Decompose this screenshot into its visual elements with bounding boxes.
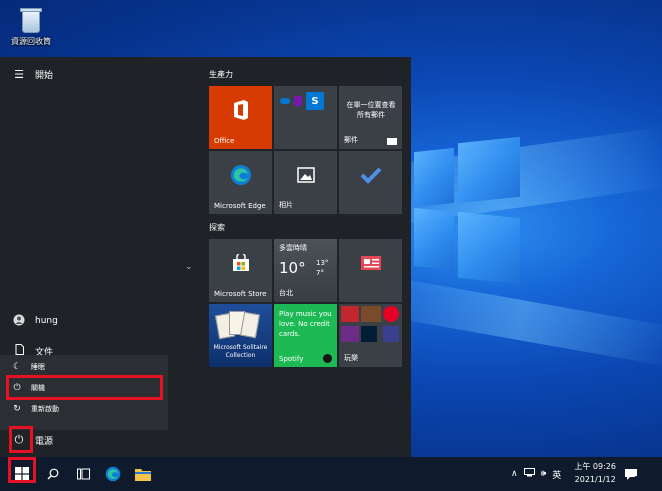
checkmark-icon	[360, 166, 382, 188]
game-thumbnails	[341, 306, 401, 350]
user-icon	[7, 314, 31, 329]
mail-header: 在單一位置查看所有郵件	[346, 101, 396, 119]
recycle-bin-label: 資源回收筒	[11, 37, 51, 46]
tile-office-apps[interactable]: S	[274, 86, 337, 149]
tile-solitaire[interactable]: Microsoft Solitaire Collection	[209, 304, 272, 367]
notification-center-button[interactable]: 2	[616, 457, 646, 491]
wallpaper-logo-pane	[414, 207, 454, 271]
edge-icon	[105, 466, 121, 482]
store-icon	[231, 252, 251, 276]
task-view-icon	[76, 468, 90, 480]
tile-photos[interactable]: 相片	[274, 151, 337, 214]
tile-spotify[interactable]: Play music you love. No credit cards. Sp…	[274, 304, 337, 367]
start-button-highlight	[8, 457, 36, 483]
clock-date: 2021/1/12	[574, 475, 616, 484]
chevron-down-icon[interactable]: ⌄	[185, 262, 193, 272]
weather-header: 多雲時晴	[279, 244, 307, 252]
chevron-up-icon[interactable]: ∧	[511, 469, 518, 479]
start-header[interactable]: ☰ 開始	[0, 63, 168, 85]
notification-count: 2	[634, 475, 639, 483]
tile-weather[interactable]: 多雲時晴 10° 13° 7° 台北	[274, 239, 337, 302]
group-title-explore: 探索	[209, 223, 225, 232]
moon-icon: ☾	[12, 362, 22, 372]
playing-cards-icon	[215, 310, 265, 340]
clock[interactable]: 上午 09:26 2021/1/12	[574, 460, 616, 486]
restart-label: 重新啟動	[31, 405, 59, 413]
spotify-promo: Play music you love. No credit cards.	[279, 310, 332, 338]
onenote-icon	[294, 96, 302, 106]
recycle-bin-icon	[18, 6, 44, 34]
restart-icon: ↻	[13, 404, 21, 414]
weather-city: 台北	[279, 289, 293, 297]
wallpaper-logo-pane	[414, 147, 454, 208]
tile-edge-label: Microsoft Edge	[214, 202, 266, 210]
tile-office[interactable]: Office	[209, 86, 272, 149]
recycle-bin-shortcut[interactable]: 資源回收筒	[8, 6, 54, 47]
tile-office-label: Office	[214, 137, 235, 145]
sleep-option[interactable]: ☾ 睡眠	[0, 358, 168, 376]
weather-high: 13°	[316, 259, 329, 267]
start-header-label: 開始	[35, 70, 54, 81]
restart-option[interactable]: ↻ 重新啟動	[0, 400, 168, 418]
search-icon	[47, 468, 59, 480]
user-name: hung	[35, 316, 58, 326]
power-button-highlight	[9, 426, 33, 453]
shutdown-highlight	[6, 375, 163, 400]
taskbar: ∧ 🕪 英 上午 09:26 2021/1/12 2	[0, 457, 662, 491]
tile-news[interactable]	[339, 239, 402, 302]
ime-indicator[interactable]: 英	[552, 468, 561, 481]
group-title-productivity: 生產力	[209, 70, 233, 79]
tile-todo[interactable]	[339, 151, 402, 214]
news-icon	[360, 255, 382, 275]
edge-icon	[230, 164, 252, 190]
system-tray: ∧ 🕪 英	[511, 457, 561, 491]
photos-icon	[296, 167, 315, 187]
search-button[interactable]	[38, 457, 68, 491]
spotify-icon	[323, 354, 332, 363]
tile-mail-label: 郵件	[344, 136, 358, 144]
tile-mail[interactable]: 在單一位置查看所有郵件 郵件	[339, 86, 402, 149]
tile-play-folder[interactable]: 玩樂	[339, 304, 402, 367]
clock-time: 上午 09:26	[574, 462, 616, 471]
user-account[interactable]: hung	[0, 310, 168, 332]
volume-icon[interactable]: 🕪	[541, 469, 547, 479]
onedrive-icon	[280, 98, 290, 104]
weather-temp: 10°	[279, 259, 306, 277]
wallpaper-logo-pane	[458, 136, 520, 204]
tile-edge[interactable]: Microsoft Edge	[209, 151, 272, 214]
weather-low: 7°	[316, 269, 324, 277]
tile-spotify-label: Spotify	[279, 355, 304, 363]
tile-photos-label: 相片	[279, 201, 293, 209]
envelope-icon	[387, 138, 397, 145]
start-menu: ☰ 開始 hung 文件 ☾ 睡眠 ⏻ 關機 ↻ 重新啟動 ⏻ 電源 ⌄ 生產力…	[0, 57, 411, 457]
skype-icon: S	[306, 92, 324, 110]
office-icon	[231, 99, 251, 125]
tile-play-label: 玩樂	[344, 354, 358, 362]
tile-store[interactable]: Microsoft Store	[209, 239, 272, 302]
hamburger-icon: ☰	[14, 67, 24, 81]
network-icon[interactable]	[523, 468, 535, 480]
tile-solitaire-label: Microsoft Solitaire Collection	[213, 344, 268, 359]
tile-store-label: Microsoft Store	[214, 290, 267, 298]
taskbar-file-explorer[interactable]	[128, 457, 158, 491]
taskbar-edge[interactable]	[98, 457, 128, 491]
task-view-button[interactable]	[68, 457, 98, 491]
sleep-label: 睡眠	[31, 363, 45, 371]
wallpaper-logo-pane	[458, 211, 520, 285]
folder-icon	[135, 468, 151, 481]
power-label: 電源	[35, 436, 54, 447]
